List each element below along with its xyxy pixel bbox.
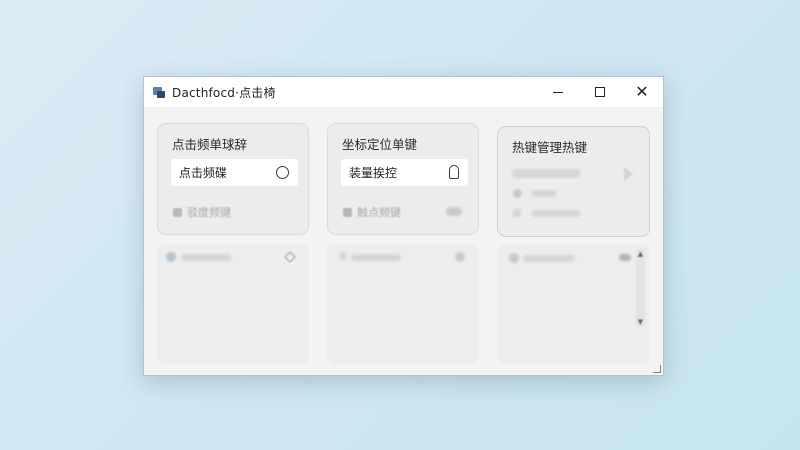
card-title: 热键管理热键	[512, 140, 588, 155]
lower-panel-1	[157, 244, 309, 364]
hotkey-icon-2	[513, 209, 521, 217]
coordinate-control-field[interactable]: 装量挨控	[341, 159, 468, 186]
card-click-frequency: 点击频单球辞 点击频碟 驳度频键	[157, 123, 309, 235]
diamond-icon[interactable]	[284, 251, 296, 263]
minimize-button[interactable]	[537, 77, 579, 107]
card-footer[interactable]: 触点频键	[343, 204, 401, 220]
lower-panel-3: ▲ ▼	[497, 244, 650, 364]
close-icon: ✕	[635, 82, 649, 101]
panel-label-bar	[351, 254, 401, 261]
toggle-icon[interactable]	[446, 207, 462, 216]
settings-icon[interactable]	[455, 252, 465, 262]
location-pin-icon	[513, 189, 522, 198]
panel-label-bar	[181, 254, 231, 261]
folder-icon	[173, 207, 182, 217]
app-icon	[152, 85, 166, 99]
radio-icon[interactable]	[276, 166, 289, 179]
maximize-button[interactable]	[579, 77, 621, 107]
maximize-icon	[595, 87, 605, 97]
window-title: Dacthfocd·点击椅	[172, 85, 276, 100]
title-bar[interactable]: Dacthfocd·点击椅 ✕	[144, 77, 663, 107]
loading-icon	[166, 252, 176, 262]
card-coordinate-position: 坐标定位单键 装量挨控 触点频键	[327, 123, 479, 235]
hotkey-line-1	[532, 190, 556, 197]
hotkey-input-placeholder[interactable]	[512, 169, 580, 178]
footer-label: 触点频键	[357, 206, 401, 219]
panel-icon	[509, 253, 519, 263]
panel-icon	[339, 252, 347, 260]
scrollbar[interactable]: ▲ ▼	[636, 249, 645, 327]
click-frequency-field[interactable]: 点击频碟	[171, 159, 298, 186]
toggle-icon[interactable]	[619, 254, 631, 261]
scroll-up-icon[interactable]: ▲	[636, 250, 645, 258]
folder-icon	[343, 207, 352, 217]
play-icon[interactable]	[624, 167, 633, 181]
card-hotkey-manager: 热键管理热键	[497, 126, 650, 237]
scroll-down-icon[interactable]: ▼	[636, 318, 645, 326]
card-footer[interactable]: 驳度频键	[173, 204, 231, 220]
minimize-icon	[553, 91, 563, 93]
panel-label-bar	[523, 255, 575, 262]
card-title: 点击频单球辞	[172, 137, 248, 152]
footer-label: 驳度频键	[187, 206, 231, 219]
field-label: 装量挨控	[349, 166, 398, 180]
lower-panel-2	[327, 244, 479, 364]
hotkey-line-2	[532, 210, 580, 217]
bell-icon[interactable]	[449, 165, 459, 179]
field-label: 点击频碟	[179, 166, 228, 180]
card-title: 坐标定位单键	[342, 137, 418, 152]
close-button[interactable]: ✕	[621, 77, 663, 107]
app-window: Dacthfocd·点击椅 ✕ 点击频单球辞 点击频碟 驳度频键 坐标定位单键	[143, 76, 664, 376]
resize-grip-icon[interactable]	[653, 365, 661, 373]
window-controls: ✕	[537, 77, 663, 107]
